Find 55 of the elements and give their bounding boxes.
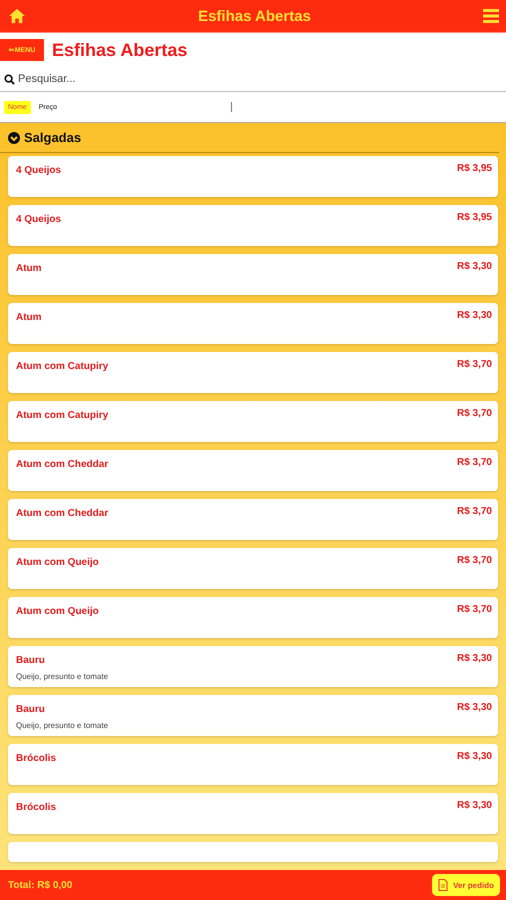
item-name: Atum com Queijo: [16, 606, 99, 617]
view-order-button[interactable]: Ver pedido: [432, 874, 500, 896]
item-name: Atum: [16, 263, 42, 274]
item-price: R$ 3,30: [456, 310, 492, 321]
item-price: R$ 3,70: [456, 555, 492, 566]
item-price: R$ 3,70: [456, 506, 492, 517]
menu-item-card[interactable]: 4 Queijos R$ 3,95: [8, 205, 498, 246]
item-price: R$ 3,70: [456, 604, 492, 615]
menu-item-card[interactable]: Atum R$ 3,30: [8, 303, 498, 344]
item-price: R$ 3,70: [456, 408, 492, 419]
item-name: Atum com Cheddar: [16, 459, 108, 470]
menu-item-card[interactable]: Atum com Catupiry R$ 3,70: [8, 401, 498, 442]
menu-item-card[interactable]: Atum com Catupiry R$ 3,70: [8, 352, 498, 393]
menu-item-card[interactable]: Bauru Queijo, presunto e tomate R$ 3,30: [8, 695, 498, 736]
item-name: Bauru: [16, 704, 46, 715]
item-price: R$ 3,30: [456, 751, 492, 762]
menu-item-card[interactable]: Atum com Queijo R$ 3,70: [8, 548, 498, 589]
item-name: Brócolis: [16, 753, 56, 764]
menu-item-card[interactable]: Brócolis R$ 3,30: [8, 744, 498, 785]
item-name: Atum: [16, 312, 42, 323]
app-title: Esfihas Abertas: [198, 8, 311, 24]
order-total: Total: R$ 0,00: [8, 880, 72, 890]
item-name: Atum com Catupiry: [16, 361, 108, 372]
search-icon: [4, 74, 15, 84]
item-price: R$ 3,95: [456, 212, 492, 223]
menu-item-card[interactable]: Atum com Queijo R$ 3,70: [8, 597, 498, 638]
item-name: 4 Queijos: [16, 214, 62, 225]
item-price: R$ 3,30: [456, 261, 492, 272]
item-price: R$ 3,70: [456, 457, 492, 468]
item-price: R$ 3,30: [456, 800, 492, 811]
document-icon: [438, 879, 448, 891]
item-price: R$ 3,30: [456, 653, 492, 664]
item-price: R$ 3,70: [456, 359, 492, 370]
item-description: Queijo, presunto e tomate: [16, 721, 108, 730]
page-title: Esfihas Abertas: [52, 40, 188, 60]
home-icon[interactable]: [8, 8, 26, 24]
menu-item-card[interactable]: Bauru Queijo, presunto e tomate R$ 3,30: [8, 646, 498, 687]
item-price: R$ 3,95: [456, 163, 492, 174]
item-description: Queijo, presunto e tomate: [16, 672, 108, 681]
section-header[interactable]: Salgadas: [0, 123, 499, 153]
menu-item-card[interactable]: Brócolis R$ 3,30: [8, 793, 498, 834]
item-name: Atum com Catupiry: [16, 410, 108, 421]
item-name: Bauru: [16, 655, 46, 666]
item-name: Atum com Cheddar: [16, 508, 108, 519]
item-name: 4 Queijos: [16, 165, 62, 176]
item-price: R$ 3,30: [456, 702, 492, 713]
menu-item-card[interactable]: Atum com Cheddar R$ 3,70: [8, 450, 498, 491]
search-field[interactable]: Pesquisar...: [18, 73, 502, 85]
chevron-circle-icon: [8, 132, 20, 144]
menu-icon[interactable]: [482, 9, 499, 23]
menu-item-card[interactable]: Atum R$ 3,30: [8, 254, 498, 295]
menu-item-card[interactable]: Atum com Cheddar R$ 3,70: [8, 499, 498, 540]
item-name: Brócolis: [16, 802, 56, 813]
menu-item-card[interactable]: 4 Queijos R$ 3,95: [8, 156, 498, 197]
item-name: Atum com Queijo: [16, 557, 99, 568]
